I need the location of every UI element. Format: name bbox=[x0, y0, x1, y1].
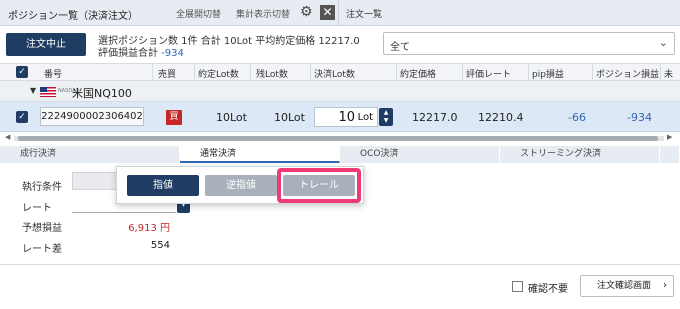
stop-order-button[interactable]: 逆指値 bbox=[205, 175, 277, 196]
toggle-aggregate-link[interactable]: 集計表示切替 bbox=[236, 7, 290, 20]
settlement-tabs: 成行決済 通常決済 OCO決済 ストリーミング決済 bbox=[0, 146, 680, 163]
column-separator bbox=[310, 64, 311, 81]
order-list-tab[interactable]: 注文一覧 bbox=[346, 7, 382, 20]
select-all-checkbox[interactable]: ✓ bbox=[16, 66, 28, 78]
filter-select[interactable]: 全て ⌄ bbox=[383, 32, 675, 55]
exec-condition-select[interactable] bbox=[72, 172, 120, 190]
no-confirm-checkbox[interactable] bbox=[512, 281, 523, 292]
no-confirm-label: 確認不要 bbox=[528, 284, 568, 295]
column-separator bbox=[528, 64, 529, 81]
scroll-left-icon[interactable]: ◀ bbox=[5, 133, 10, 141]
tab-normal-settlement[interactable]: 通常決済 bbox=[180, 146, 340, 163]
chevron-down-icon[interactable]: ▼ bbox=[384, 117, 389, 124]
column-header-eval-rate[interactable]: 評価レート bbox=[466, 67, 511, 80]
cancel-order-button[interactable]: 注文中止 bbox=[6, 33, 86, 56]
page-title: ポジション一覧（決済注文） bbox=[8, 11, 138, 22]
column-header-price[interactable]: 約定価格 bbox=[400, 67, 436, 80]
table-row[interactable]: ✓ 2224900002306402 買 10Lot 10Lot 10 Lot … bbox=[0, 102, 680, 132]
tab-market-settlement[interactable]: 成行決済 bbox=[0, 146, 180, 163]
position-pl: -934 bbox=[627, 111, 652, 124]
rate-label: レート bbox=[22, 203, 52, 214]
tab-oco-settlement[interactable]: OCO決済 bbox=[340, 146, 500, 163]
filled-lots: 10Lot bbox=[216, 111, 247, 124]
column-separator bbox=[660, 64, 661, 81]
chevron-down-icon: ⌄ bbox=[658, 36, 668, 49]
eval-pl-label: 評価損益合計 bbox=[98, 48, 158, 59]
gear-icon[interactable]: ⚙ bbox=[300, 5, 314, 19]
grid-header: ✓ 番号 売買 約定Lot数 残Lot数 決済Lot数 約定価格 評価レート p… bbox=[0, 63, 680, 81]
column-separator bbox=[194, 64, 195, 81]
eval-pl-summary: 評価損益合計 -934 bbox=[98, 44, 184, 59]
toggle-all-open-link[interactable]: 全展開切替 bbox=[176, 7, 221, 20]
column-separator bbox=[396, 64, 397, 81]
row-checkbox[interactable]: ✓ bbox=[16, 111, 28, 123]
rate-diff-label: レート差 bbox=[22, 244, 62, 255]
settle-lots-stepper[interactable]: ▲ ▼ bbox=[379, 108, 393, 126]
footer-divider bbox=[0, 264, 680, 265]
close-icon[interactable]: ✕ bbox=[320, 5, 335, 20]
eval-rate: 12210.4 bbox=[478, 111, 524, 124]
column-separator bbox=[250, 64, 251, 81]
exec-condition-label: 執行条件 bbox=[22, 182, 62, 193]
tab-streaming-settlement[interactable]: ストリーミング決済 bbox=[500, 146, 660, 163]
scroll-right-icon[interactable]: ▶ bbox=[667, 133, 672, 141]
settle-lots-input[interactable]: 10 Lot bbox=[314, 107, 378, 127]
settle-lots-value: 10 bbox=[338, 110, 355, 125]
order-confirm-label: 注文確認画面 bbox=[597, 281, 652, 291]
symbol-name: 米国NQ100 bbox=[72, 87, 132, 100]
us-flag-icon bbox=[40, 87, 56, 97]
settle-lots-unit: Lot bbox=[357, 112, 373, 123]
tab-overflow bbox=[660, 146, 680, 163]
order-confirm-button[interactable]: 注文確認画面 › bbox=[580, 275, 674, 297]
column-header-filled-lots[interactable]: 約定Lot数 bbox=[198, 67, 239, 80]
chevron-right-icon: › bbox=[663, 280, 667, 291]
limit-order-button[interactable]: 指値 bbox=[127, 175, 199, 196]
position-list-pane-header: ポジション一覧（決済注文） 全展開切替 集計表示切替 ⚙ ✕ bbox=[0, 0, 338, 26]
column-separator bbox=[152, 64, 153, 81]
column-header-unrealized[interactable]: 未 bbox=[664, 67, 673, 80]
chevron-up-icon[interactable]: ▲ bbox=[384, 109, 389, 116]
position-id: 2224900002306402 bbox=[40, 107, 144, 126]
column-header-number[interactable]: 番号 bbox=[44, 67, 62, 80]
pip-pl: -66 bbox=[568, 111, 586, 124]
pane-divider bbox=[338, 0, 339, 26]
filled-price: 12217.0 bbox=[412, 111, 458, 124]
symbol-group-row[interactable]: ▼ NASDAQ 米国NQ100 bbox=[0, 81, 680, 102]
column-separator bbox=[592, 64, 593, 81]
highlight-box bbox=[277, 168, 361, 203]
scrollbar-thumb[interactable] bbox=[18, 136, 658, 141]
column-header-side[interactable]: 売買 bbox=[158, 67, 176, 80]
filter-select-value: 全て bbox=[390, 42, 410, 53]
column-header-remaining-lots[interactable]: 残Lot数 bbox=[256, 67, 288, 80]
rate-diff-value: 554 bbox=[150, 240, 170, 251]
buy-badge: 買 bbox=[166, 110, 182, 125]
eval-pl-value: -934 bbox=[161, 48, 184, 59]
remaining-lots: 10Lot bbox=[274, 111, 305, 124]
column-header-position-pl[interactable]: ポジション損益 bbox=[596, 67, 659, 80]
horizontal-scrollbar[interactable]: ◀ ▶ bbox=[0, 133, 680, 143]
collapse-triangle-icon[interactable]: ▼ bbox=[30, 86, 36, 95]
column-header-pip-pl[interactable]: pip損益 bbox=[532, 67, 564, 80]
expected-pl-label: 予想損益 bbox=[22, 223, 62, 234]
header-bar: ポジション一覧（決済注文） 全展開切替 集計表示切替 ⚙ ✕ 注文一覧 bbox=[0, 0, 680, 26]
expected-pl-value: 6,913 円 bbox=[128, 223, 170, 234]
column-header-settle-lots[interactable]: 決済Lot数 bbox=[314, 67, 355, 80]
column-separator bbox=[462, 64, 463, 81]
